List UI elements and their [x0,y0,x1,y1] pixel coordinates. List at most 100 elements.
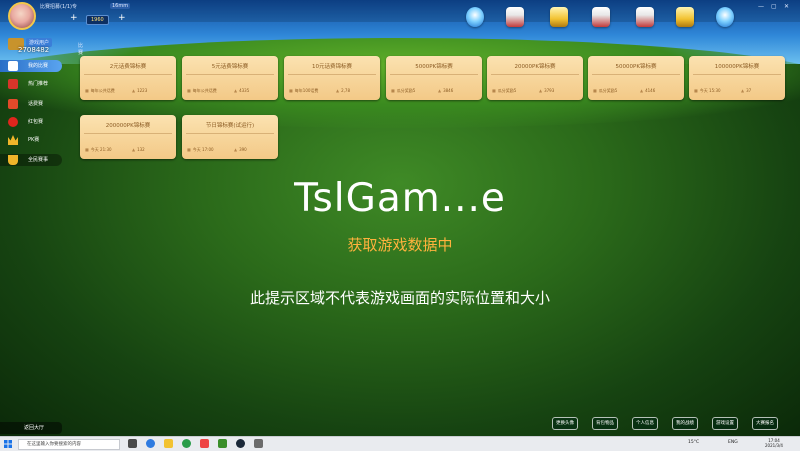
window-title: 比赛招募(1/1)专 [40,4,77,10]
card-title: 50000PK锦标赛 [615,64,657,70]
avatar[interactable] [8,2,36,30]
card-title: 10元话费锦标赛 [312,64,352,70]
card-info: 瓜分奖励5 [492,88,517,94]
divider [186,133,274,134]
card-players: 3846 [438,88,453,93]
card-title: 20000PK锦标赛 [514,64,556,70]
window-badge: 16mm [110,3,131,9]
divider [288,74,376,75]
card-info: 瓜分奖励5 [593,88,618,94]
sidebar-item-label: 热门推荐 [28,81,49,87]
app-icon[interactable] [200,439,209,448]
divider [693,74,781,75]
sidebar-item-phone-bill[interactable]: 话费赛 [0,98,62,110]
card-title: 节日锦标赛(试运行) [205,123,255,129]
clock-date: 2021/3/4 [765,443,783,448]
minimize-icon[interactable]: — [758,3,764,10]
add-coin-icon[interactable]: + [118,13,126,23]
match-card[interactable]: 节日锦标赛(试运行) 今天 17:00 390 [182,115,278,159]
close-icon[interactable]: ✕ [784,3,789,10]
notice-text: 此提示区域不代表游戏画面的实际位置和大小 [249,289,550,307]
profile-button[interactable]: 个人信息 [632,417,658,430]
card-info: 瓜分奖励5 [391,88,416,94]
card-players: 3793 [539,88,554,93]
explorer-icon[interactable] [164,439,173,448]
match-card[interactable]: 50000PK锦标赛 瓜分奖励5 4146 [588,56,684,100]
apple-icon [8,117,18,127]
card-info: 今天 21:30 [85,147,112,153]
cup-icon [8,155,18,165]
divider [491,74,579,75]
add-icon[interactable]: + [70,13,78,23]
card-title: 2元话费锦标赛 [109,64,147,70]
store-icon[interactable] [506,7,524,27]
match-card[interactable]: 200000PK锦标赛 今天 21:30 132 [80,115,176,159]
clock[interactable]: 17:04 2021/3/4 [760,438,788,448]
sidebar-item-label: 全民赛事 [28,157,49,163]
chrome-icon[interactable] [182,439,191,448]
task-view-icon[interactable] [128,439,137,448]
change-avatar-button[interactable]: 更换头像 [552,417,578,430]
backpack-button[interactable]: 背包物品 [592,417,618,430]
maximize-icon[interactable]: ▢ [771,3,777,10]
taskbar: 在这里输入你要搜索的内容 15°C ENG 17:04 2021/3/4 [0,436,800,451]
service-icon[interactable] [716,7,734,27]
app-title: TslGam...e [294,176,506,221]
gift-box-icon [8,99,18,109]
match-card[interactable]: 5000PK锦标赛 瓜分奖励5 3846 [386,56,482,100]
sidebar-item-label: 我的比赛 [28,63,49,69]
card-info: 每年公共话费 [187,88,217,94]
match-card[interactable]: 5元话费锦标赛 每年公共话费 4335 [182,56,278,100]
home-icon [8,61,18,71]
divider [390,74,478,75]
sidebar-item-label: 红包赛 [28,119,44,125]
taskbar-search-input[interactable]: 在这里输入你要搜索的内容 [18,439,120,450]
game-taskbar-icon[interactable] [218,439,227,448]
card-title: 200000PK锦标赛 [105,123,151,129]
tab-label: 比赛 [78,43,84,56]
loading-text: 获取游戏数据中 [347,236,453,254]
match-card[interactable]: 2元话费锦标赛 每年公共话费 1223 [80,56,176,100]
sidebar-item-all-events[interactable]: 全民赛事 [0,154,62,166]
card-players: 132 [132,147,145,152]
settings-button[interactable]: 游戏设置 [712,417,738,430]
rank-icon[interactable] [550,7,568,27]
sidebar-item-red-packet[interactable]: 红包赛 [0,116,62,128]
sidebar-item-pk[interactable]: PK赛 [0,134,62,146]
divider [84,74,172,75]
back-to-lobby-button[interactable]: 返回大厅 [0,422,62,434]
edge-icon[interactable] [146,439,155,448]
back-to-lobby-label: 返回大厅 [24,425,45,431]
windows-start-icon[interactable] [4,440,12,448]
event-icon[interactable] [636,7,654,27]
signup-button[interactable]: 大赛报名 [752,417,778,430]
card-title: 5元话费锦标赛 [211,64,249,70]
crown-icon [8,135,18,145]
card-players: 4335 [234,88,249,93]
mail-icon[interactable] [466,7,484,27]
match-card[interactable]: 10元话费锦标赛 每年100话费 2,78 [284,56,380,100]
app2-icon[interactable] [254,439,263,448]
divider [186,74,274,75]
trophy-icon[interactable] [676,7,694,27]
match-card[interactable]: 100000PK锦标赛 今天 15:30 37 [689,56,785,100]
card-title: 5000PK锦标赛 [415,64,453,70]
card-info: 今天 15:30 [694,88,721,94]
sidebar-item-my-match[interactable]: 我的比赛 [0,60,62,72]
divider [592,74,680,75]
card-players: 4146 [640,88,655,93]
user-id: 2708482 [18,46,50,54]
card-info: 每年公共话费 [85,88,115,94]
sidebar-item-hot[interactable]: 热门推荐 [0,78,62,90]
gift-icon[interactable] [592,7,610,27]
language-indicator[interactable]: ENG [728,440,738,445]
card-players: 1223 [132,88,147,93]
card-players: 37 [741,88,751,93]
steam-icon[interactable] [236,439,245,448]
my-record-button[interactable]: 我的战绩 [672,417,698,430]
card-players: 2,78 [336,88,350,93]
divider [84,133,172,134]
sidebar-item-label: PK赛 [28,137,40,143]
match-card[interactable]: 20000PK锦标赛 瓜分奖励5 3793 [487,56,583,100]
gift-box-icon [8,79,18,89]
